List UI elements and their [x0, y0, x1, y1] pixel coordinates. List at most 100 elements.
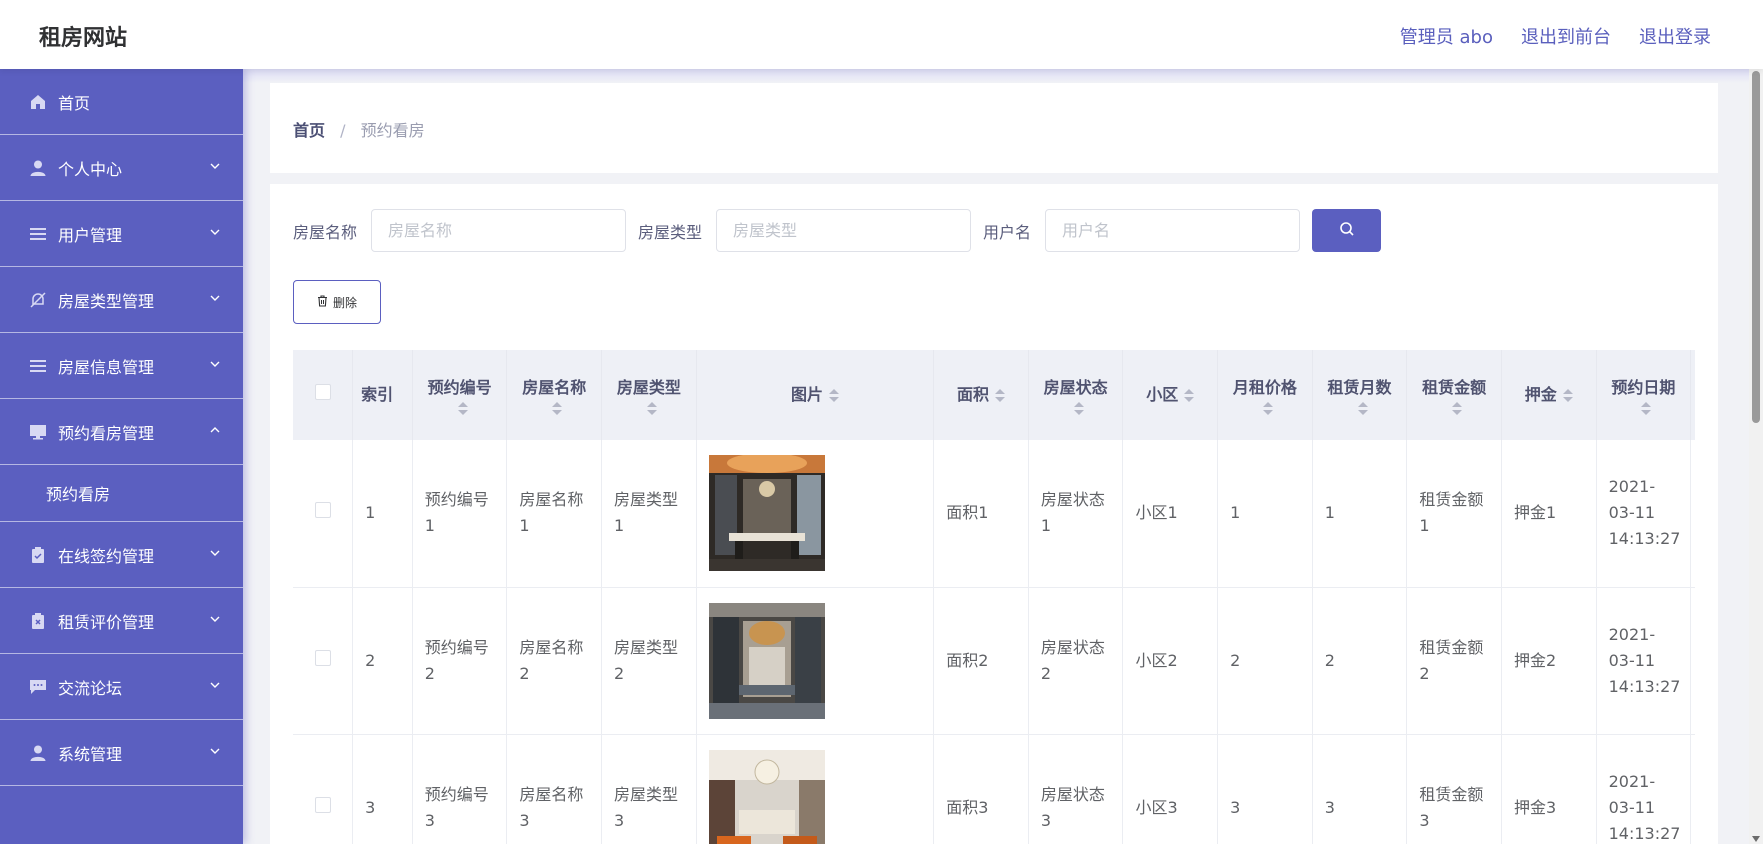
sidebar-item-rental-review-management[interactable]: 租赁评价管理: [0, 588, 243, 654]
row-checkbox[interactable]: [314, 502, 331, 519]
house-photo[interactable]: [708, 749, 825, 844]
trash-icon: [317, 294, 333, 310]
column-header-status[interactable]: 房屋状态: [1028, 350, 1124, 440]
sidebar-item-label: 个人中心: [58, 159, 123, 179]
bell-off-icon: [28, 290, 48, 310]
sort-icon[interactable]: [1037, 401, 1115, 415]
sidebar-item-home[interactable]: 首页: [0, 69, 243, 135]
scrollbar-thumb[interactable]: [1752, 71, 1760, 423]
appointment-table: 索引 预约编号 房屋名称 房屋类型 图片 面积 房屋状态 小区 月租价格 租赁月…: [293, 350, 1695, 844]
list-icon: [28, 356, 48, 376]
home-icon: [28, 92, 48, 112]
cell-name: 房屋名称2: [506, 587, 603, 735]
row-checkbox[interactable]: [314, 796, 331, 813]
sort-icon[interactable]: [421, 401, 499, 415]
table-row[interactable]: 2 预约编号2 房屋名称2 房屋类型2 面积2 房屋状态2 小区2 2 2 租赁…: [293, 587, 1695, 735]
page-scrollbar[interactable]: [1749, 69, 1763, 844]
cell-date: 2021-03-11 14:13:27: [1596, 440, 1692, 588]
cell-deposit: 押金3: [1501, 734, 1597, 844]
house-type-input[interactable]: [716, 209, 972, 252]
column-header-type[interactable]: 房屋类型: [601, 350, 697, 440]
delete-button[interactable]: 删除: [293, 280, 381, 324]
list-icon: [28, 224, 48, 244]
cell-image: [696, 440, 935, 588]
column-header-price[interactable]: 月租价格: [1217, 350, 1313, 440]
row-checkbox[interactable]: [314, 649, 331, 666]
cell-area: 面积2: [933, 587, 1029, 735]
cell-image: [696, 587, 935, 735]
sort-icon[interactable]: [1226, 401, 1304, 415]
table-row[interactable]: 1 预约编号1 房屋名称1 房屋类型1 面积1 房屋状态1 小区1 1 1 租赁…: [293, 440, 1695, 588]
column-header-area[interactable]: 面积: [933, 350, 1029, 440]
sidebar-item-viewing-appointment-management[interactable]: 预约看房管理: [0, 399, 243, 465]
breadcrumb-home[interactable]: 首页: [293, 121, 325, 140]
search-button[interactable]: [1312, 209, 1382, 252]
column-header-date[interactable]: 预约日期: [1596, 350, 1692, 440]
sort-icon[interactable]: [1562, 389, 1573, 402]
select-all-checkbox[interactable]: [314, 384, 331, 400]
sidebar-item-house-info-management[interactable]: 房屋信息管理: [0, 333, 243, 399]
breadcrumb: 首页 / 预约看房: [293, 117, 425, 141]
cell-index: 1: [352, 440, 413, 588]
sort-icon[interactable]: [828, 389, 839, 402]
sort-icon[interactable]: [1321, 401, 1399, 415]
chevron-down-icon: [209, 676, 221, 695]
sidebar-item-system-management[interactable]: 系统管理: [0, 720, 243, 786]
admin-username-link[interactable]: 管理员 abo: [1400, 23, 1493, 49]
sidebar-item-user-management[interactable]: 用户管理: [0, 201, 243, 267]
logout-link[interactable]: 退出登录: [1639, 23, 1711, 49]
column-header-name[interactable]: 房屋名称: [506, 350, 603, 440]
sidebar-subitem-viewing-appointment[interactable]: 预约看房: [0, 465, 243, 522]
cell-amount: 租赁金额1: [1406, 440, 1502, 588]
chevron-up-icon: [209, 421, 221, 440]
column-header-code[interactable]: 预约编号: [412, 350, 508, 440]
sidebar-item-online-contract-management[interactable]: 在线签约管理: [0, 522, 243, 588]
sidebar-item-label: 租赁评价管理: [58, 612, 155, 632]
sort-icon[interactable]: [1415, 401, 1493, 415]
column-header-months[interactable]: 租赁月数: [1312, 350, 1408, 440]
sidebar-item-forum[interactable]: 交流论坛: [0, 654, 243, 720]
table-header-row: 索引 预约编号 房屋名称 房屋类型 图片 面积 房屋状态 小区 月租价格 租赁月…: [293, 350, 1695, 440]
scroll-down-arrow-icon[interactable]: [1752, 836, 1760, 842]
sidebar-item-house-type-management[interactable]: 房屋类型管理: [0, 267, 243, 333]
sort-icon[interactable]: [1184, 389, 1195, 402]
column-header-label: 租赁金额: [1422, 377, 1487, 397]
house-photo[interactable]: [708, 455, 825, 572]
delete-button-label: 删除: [332, 295, 357, 310]
column-header-user: 用: [1690, 350, 1695, 440]
cell-price: 2: [1217, 587, 1313, 735]
row-select-cell: [293, 587, 354, 735]
sidebar-item-label: 系统管理: [58, 744, 123, 764]
exit-to-front-link[interactable]: 退出到前台: [1521, 23, 1611, 49]
username-input[interactable]: [1045, 209, 1301, 252]
cell-code: 预约编号2: [412, 587, 508, 735]
sort-icon[interactable]: [515, 401, 593, 415]
house-name-input[interactable]: [371, 209, 627, 252]
header-shadow: [243, 69, 1749, 83]
cell-area: 面积3: [933, 734, 1029, 844]
clipboard-icon: [28, 545, 48, 565]
column-header-image[interactable]: 图片: [696, 350, 935, 440]
breadcrumb-card: 首页 / 预约看房: [270, 83, 1718, 173]
sort-icon[interactable]: [1605, 401, 1683, 415]
house-photo[interactable]: [708, 602, 825, 719]
cell-amount: 租赁金额2: [1406, 587, 1502, 735]
sidebar-item-label: 房屋信息管理: [58, 357, 155, 377]
cell-name: 房屋名称3: [506, 734, 603, 844]
column-header-deposit[interactable]: 押金: [1501, 350, 1597, 440]
cell-type: 房屋类型2: [601, 587, 697, 735]
table-row[interactable]: 3 预约编号3 房屋名称3 房屋类型3 面积3 房屋状态3 小区3 3 3 租赁…: [293, 734, 1695, 844]
column-header-label: 房屋类型: [616, 377, 681, 397]
sidebar-item-label: 预约看房管理: [58, 423, 155, 443]
sort-icon[interactable]: [610, 401, 688, 415]
user-icon: [28, 158, 48, 178]
column-header-amount[interactable]: 租赁金额: [1406, 350, 1502, 440]
chevron-down-icon: [209, 742, 221, 761]
sidebar-item-personal-center[interactable]: 个人中心: [0, 135, 243, 201]
column-header-community[interactable]: 小区: [1122, 350, 1219, 440]
cell-date: 2021-03-11 14:13:27: [1596, 587, 1692, 735]
sort-icon[interactable]: [995, 389, 1006, 402]
select-all-cell: [293, 350, 354, 440]
cell-months: 3: [1312, 734, 1408, 844]
sidebar-item-label: 在线签约管理: [58, 546, 155, 566]
